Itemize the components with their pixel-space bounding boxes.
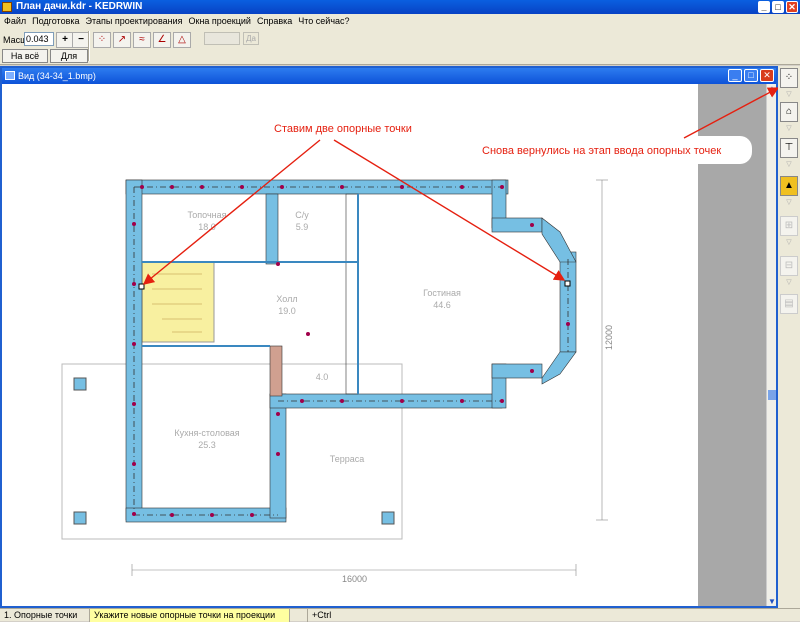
- status-bar: 1. Опорные точки Укажите новые опорные т…: [0, 608, 800, 622]
- stage-toolbar: ⁘ ▽ ⌂ ▽ ⊤ ▽ ▲ ▽ ⊞ ▽ ⊟ ▽ ▤: [778, 66, 800, 608]
- stage-separator: ▽: [786, 161, 792, 168]
- stage-levels-button[interactable]: ⊤: [780, 138, 798, 158]
- stage-disabled-button-2: ⊟: [780, 256, 798, 276]
- angle-icon: ∠: [157, 34, 167, 45]
- dimension-horizontal: 16000: [342, 574, 367, 584]
- menu-prepare[interactable]: Подготовка: [32, 14, 79, 29]
- menu-stages[interactable]: Этапы проектирования: [86, 14, 183, 29]
- status-hint: Укажите новые опорные точки на проекции: [90, 609, 290, 622]
- status-stage: 1. Опорные точки: [0, 609, 90, 622]
- status-modifier: +Ctrl: [312, 610, 332, 620]
- view-window-title: Вид (34-34_1.bmp): [18, 71, 96, 81]
- menu-bar: Файл Подготовка Этапы проектирования Окн…: [0, 14, 800, 29]
- reference-points-icon: ⁘: [784, 72, 794, 83]
- align-icon: ≈: [139, 34, 145, 45]
- floor-plan-svg: Топочная 18.0 С/у 5.9 Холл 19.0 Гостиная…: [61, 123, 614, 584]
- stage-walls-button[interactable]: ⌂: [780, 102, 798, 122]
- stage-separator: ▽: [786, 125, 792, 132]
- stage-separator: ▽: [786, 239, 792, 246]
- angle-tool[interactable]: ∠: [153, 32, 171, 48]
- menu-help[interactable]: Справка: [257, 14, 292, 29]
- disabled-stage-icon: ⊟: [784, 260, 794, 271]
- view-close-button[interactable]: ✕: [760, 69, 774, 82]
- room-name: С/у: [295, 210, 309, 220]
- app-icon: [2, 2, 12, 12]
- disabled-stage-icon: ▤: [784, 298, 794, 309]
- stage-disabled-button-1: ⊞: [780, 216, 798, 236]
- reference-point-1[interactable]: [138, 283, 145, 290]
- points-tool[interactable]: ⁘: [93, 32, 111, 48]
- toolbar: Масшт + − На всё окно Для всех ⁘ ↗ ≈ ∠ △…: [0, 29, 800, 73]
- align-tool[interactable]: ≈: [133, 32, 151, 48]
- walls: [125, 179, 577, 523]
- minimize-button[interactable]: _: [758, 1, 770, 13]
- app-title: План дачи.kdr - KEDRWIN: [16, 1, 143, 12]
- maximize-button[interactable]: □: [772, 1, 784, 13]
- terrace-column: [381, 511, 395, 525]
- stage-reference-points-button[interactable]: ⁘: [780, 68, 798, 88]
- annotation-left: Ставим две опорные точки: [274, 123, 412, 135]
- points-icon: ⁘: [97, 34, 107, 45]
- walls-icon: ⌂: [785, 106, 793, 117]
- room-name: Терраса: [330, 454, 365, 464]
- axis-lines: [133, 186, 569, 516]
- scroll-thumb[interactable]: [768, 390, 776, 400]
- zoom-out-icon: −: [78, 34, 84, 45]
- scroll-up-icon[interactable]: ▲: [767, 84, 777, 93]
- room-area: 4.0: [316, 372, 329, 382]
- disabled-stage-icon: ⊞: [784, 220, 794, 231]
- disabled-button: Да: [243, 32, 259, 45]
- view-maximize-button[interactable]: □: [744, 69, 758, 82]
- dimension-vertical: 12000: [604, 325, 614, 350]
- reference-point-2[interactable]: [564, 280, 571, 287]
- stage-separator: ▽: [786, 279, 792, 286]
- triangle-icon: △: [178, 34, 186, 45]
- scale-input[interactable]: [24, 32, 54, 46]
- room-area: 5.9: [296, 222, 309, 232]
- terrace-column: [73, 511, 87, 525]
- room-area: 19.0: [278, 306, 296, 316]
- gray-pane: [698, 84, 766, 606]
- fit-all-button[interactable]: На всё окно: [2, 49, 48, 73]
- for-all-button[interactable]: Для всех: [50, 49, 88, 73]
- stage-separator: ▽: [786, 199, 792, 206]
- toolbar-separator: [88, 31, 90, 61]
- view-minimize-button[interactable]: _: [728, 69, 742, 82]
- stage-roof-button[interactable]: ▲: [780, 176, 798, 196]
- drawing-canvas[interactable]: Топочная 18.0 С/у 5.9 Холл 19.0 Гостиная…: [2, 84, 698, 606]
- roof-icon: ▲: [784, 180, 794, 191]
- menu-projection-windows[interactable]: Окна проекций: [189, 14, 251, 29]
- close-button[interactable]: ✕: [786, 1, 798, 13]
- view-window-icon: [5, 71, 15, 80]
- menu-file[interactable]: Файл: [4, 14, 26, 29]
- stage-disabled-button-3: ▤: [780, 294, 798, 314]
- room-name: Холл: [276, 294, 297, 304]
- levels-icon: ⊤: [784, 142, 794, 153]
- room-name: Топочная: [187, 210, 226, 220]
- view-window: Вид (34-34_1.bmp) _ □ ✕ Топочная 18.0 С/…: [0, 66, 778, 608]
- zoom-in-icon: +: [62, 34, 68, 45]
- room-name: Кухня-столовая: [174, 428, 239, 438]
- triangle-tool[interactable]: △: [173, 32, 191, 48]
- status-empty: [290, 609, 308, 622]
- terrace-column: [73, 377, 87, 391]
- room-name: Гостиная: [423, 288, 461, 298]
- vertical-scrollbar[interactable]: ▲ ▼: [766, 84, 776, 606]
- menu-whats-now[interactable]: Что сейчас?: [298, 14, 349, 29]
- view-window-title-bar: Вид (34-34_1.bmp) _ □ ✕: [2, 68, 776, 84]
- annotation-arrow: [333, 139, 566, 281]
- move-tool[interactable]: ↗: [113, 32, 131, 48]
- room-area: 25.3: [198, 440, 216, 450]
- scroll-down-icon[interactable]: ▼: [767, 597, 777, 606]
- stage-separator: ▽: [786, 91, 792, 98]
- app-title-bar: План дачи.kdr - KEDRWIN _ □ ✕: [0, 0, 800, 14]
- move-icon: ↗: [117, 34, 127, 45]
- room-area: 44.6: [433, 300, 451, 310]
- disabled-field: [204, 32, 240, 45]
- reference-markers: [132, 185, 570, 517]
